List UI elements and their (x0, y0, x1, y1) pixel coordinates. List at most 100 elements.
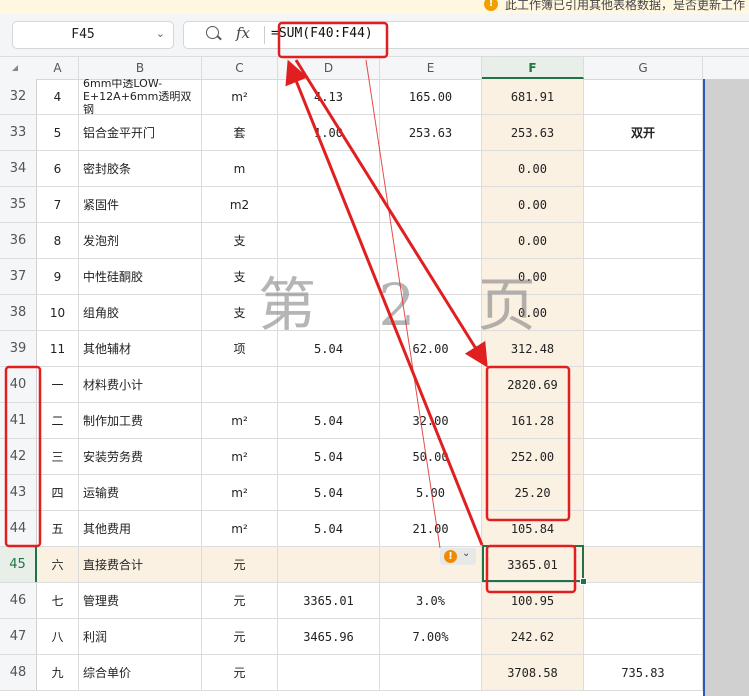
cell-d[interactable]: 5.04 (278, 403, 380, 438)
cell-d[interactable]: 3365.01 (278, 583, 380, 618)
row-header[interactable]: 40 (0, 367, 37, 402)
row-header[interactable]: 46 (0, 583, 37, 618)
cell-f[interactable]: 242.62 (482, 619, 584, 654)
cell-c[interactable]: 套 (202, 115, 278, 150)
row-header[interactable]: 45 (0, 547, 37, 582)
cell-d[interactable]: 5.04 (278, 439, 380, 474)
column-header-f[interactable]: F (482, 57, 584, 79)
cell-c[interactable]: m² (202, 511, 278, 546)
column-header-a[interactable]: A (37, 57, 79, 79)
cell-d[interactable]: 3465.96 (278, 619, 380, 654)
cell-f[interactable]: 253.63 (482, 115, 584, 150)
cell-f[interactable]: 105.84 (482, 511, 584, 546)
cell-g[interactable] (584, 511, 703, 546)
cell-d[interactable]: 5.04 (278, 511, 380, 546)
cell-f[interactable]: 3708.58 (482, 655, 584, 690)
column-header-c[interactable]: C (202, 57, 278, 79)
cell-a[interactable]: 9 (37, 259, 79, 294)
cell-f[interactable]: 252.00 (482, 439, 584, 474)
cell-b[interactable]: 利润 (79, 619, 202, 654)
cell-b[interactable]: 发泡剂 (79, 223, 202, 258)
cell-g[interactable] (584, 403, 703, 438)
cell-b[interactable]: 6mm中透LOW-E+12A+6mm透明双钢 (79, 79, 202, 114)
cell-a[interactable]: 三 (37, 439, 79, 474)
cell-g[interactable] (584, 259, 703, 294)
cell-g[interactable]: 735.83 (584, 655, 703, 690)
cell-f[interactable]: 2820.69 (482, 367, 584, 402)
cell-b[interactable]: 其他费用 (79, 511, 202, 546)
cell-c[interactable]: 项 (202, 331, 278, 366)
select-all-icon[interactable] (12, 65, 18, 71)
cell-a[interactable]: 10 (37, 295, 79, 330)
cell-a[interactable]: 六 (37, 547, 79, 582)
cell-f[interactable]: 0.00 (482, 187, 584, 222)
cell-g[interactable]: 双开 (584, 115, 703, 150)
cell-d[interactable] (278, 259, 380, 294)
cell-c[interactable]: 支 (202, 259, 278, 294)
column-header-d[interactable]: D (278, 57, 380, 79)
chevron-down-icon[interactable]: ⌄ (462, 548, 470, 559)
cell-e[interactable] (380, 151, 482, 186)
cell-f[interactable]: 0.00 (482, 295, 584, 330)
row-header[interactable]: 42 (0, 439, 37, 474)
cell-b[interactable]: 其他辅材 (79, 331, 202, 366)
cell-d[interactable]: 1.00 (278, 115, 380, 150)
cell-b[interactable]: 密封胶条 (79, 151, 202, 186)
cell-d[interactable] (278, 367, 380, 402)
cell-b[interactable]: 材料费小计 (79, 367, 202, 402)
cell-b[interactable]: 紧固件 (79, 187, 202, 222)
cell-b[interactable]: 安装劳务费 (79, 439, 202, 474)
cell-d[interactable] (278, 295, 380, 330)
fill-handle[interactable] (580, 578, 587, 585)
cell-e[interactable] (380, 367, 482, 402)
row-header[interactable]: 43 (0, 475, 37, 510)
row-header[interactable]: 39 (0, 331, 37, 366)
cell-e[interactable] (380, 259, 482, 294)
cell-a[interactable]: 5 (37, 115, 79, 150)
cell-d[interactable] (278, 223, 380, 258)
cell-e[interactable]: 62.00 (380, 331, 482, 366)
row-header[interactable]: 35 (0, 187, 37, 222)
cell-g[interactable] (584, 295, 703, 330)
cell-f[interactable]: 312.48 (482, 331, 584, 366)
cell-d[interactable]: 5.04 (278, 331, 380, 366)
active-cell-selection[interactable] (482, 545, 584, 582)
zoom-icon[interactable] (206, 26, 219, 39)
cell-a[interactable]: 6 (37, 151, 79, 186)
cell-e[interactable]: 7.00% (380, 619, 482, 654)
cell-g[interactable] (584, 331, 703, 366)
cell-b[interactable]: 制作加工费 (79, 403, 202, 438)
cell-f[interactable]: 25.20 (482, 475, 584, 510)
cell-b[interactable]: 综合单价 (79, 655, 202, 690)
cell-e[interactable] (380, 223, 482, 258)
cell-c[interactable]: 元 (202, 583, 278, 618)
column-header-e[interactable]: E (380, 57, 482, 79)
cell-e[interactable]: 32.00 (380, 403, 482, 438)
cell-a[interactable]: 八 (37, 619, 79, 654)
warning-icon[interactable]: ! (444, 550, 457, 563)
column-header-b[interactable]: B (79, 57, 202, 79)
error-check-marker[interactable]: ! ⌄ (440, 548, 476, 565)
cell-g[interactable] (584, 547, 703, 582)
function-icon[interactable]: fx (236, 24, 250, 42)
cell-a[interactable]: 四 (37, 475, 79, 510)
chevron-down-icon[interactable]: ⌄ (156, 27, 165, 40)
cell-e[interactable]: 3.0% (380, 583, 482, 618)
cell-e[interactable] (380, 187, 482, 222)
row-header[interactable]: 33 (0, 115, 37, 150)
cell-c[interactable]: m² (202, 475, 278, 510)
cell-d[interactable] (278, 655, 380, 690)
formula-text[interactable]: =SUM(F40:F44) (271, 26, 373, 41)
cell-f[interactable]: 681.91 (482, 79, 584, 114)
cell-a[interactable]: 7 (37, 187, 79, 222)
cell-e[interactable] (380, 655, 482, 690)
cell-b[interactable]: 中性硅酮胶 (79, 259, 202, 294)
cell-g[interactable] (584, 475, 703, 510)
cell-d[interactable] (278, 187, 380, 222)
cell-e[interactable]: 21.00 (380, 511, 482, 546)
cell-c[interactable]: 支 (202, 223, 278, 258)
cell-b[interactable]: 管理费 (79, 583, 202, 618)
cell-c[interactable] (202, 367, 278, 402)
cell-b[interactable]: 铝合金平开门 (79, 115, 202, 150)
cell-c[interactable]: 支 (202, 295, 278, 330)
